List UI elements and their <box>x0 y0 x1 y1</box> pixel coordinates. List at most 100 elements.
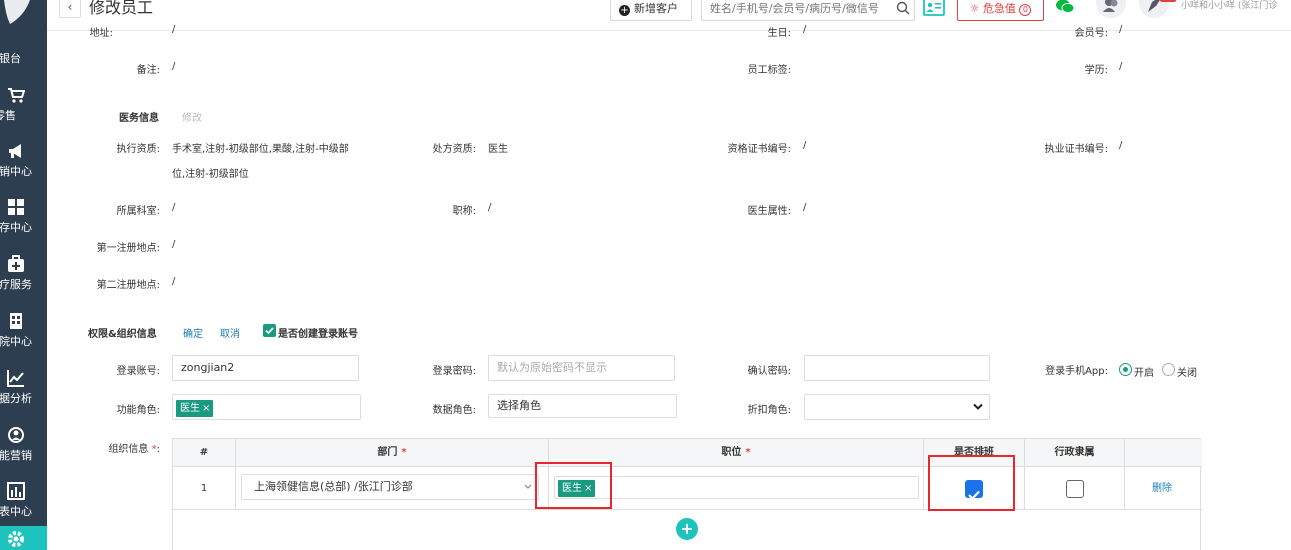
permission-section-title: 权限&组织信息 <box>88 329 157 340</box>
medical-edit-link[interactable]: 修改 <box>182 109 202 124</box>
prescription-label: 处方资质: <box>432 144 476 155</box>
search-input[interactable] <box>702 0 887 20</box>
first-reg-label: 第一注册地点: <box>96 243 160 254</box>
sidebar-item-retail[interactable]: 零售 <box>0 86 47 123</box>
add-customer-button[interactable]: + 新增客户 <box>610 0 692 21</box>
employee-edit-form: 地址: / 生日: / 会员号: / 备注: / 员工标签: 学历: / 医务信… <box>47 24 1291 550</box>
member-no-value: / <box>1119 24 1123 35</box>
col-header-admin: 行政隶属 <box>1025 439 1125 467</box>
cell-num: 1 <box>173 467 236 510</box>
col-header-num: # <box>173 439 236 467</box>
department-label: 所属科室: <box>116 206 160 217</box>
confirm-password-label: 确认密码: <box>747 366 791 377</box>
confirm-password-input[interactable] <box>804 355 990 381</box>
delete-link[interactable]: 删除 <box>1152 467 1172 510</box>
remark-value: / <box>172 61 176 72</box>
org-info-label: 组织信息 *: <box>108 444 160 455</box>
bar-chart-icon <box>6 482 25 500</box>
sidebar-item-label: 零售 <box>0 109 16 122</box>
discount-role-select[interactable] <box>804 394 990 420</box>
smart-icon <box>7 427 24 443</box>
org-table: # 部门 * 职位 * 是否排班 行政隶属 1 上海领健信息(总部) /张江门诊部 … <box>172 438 1202 550</box>
license-no-value: / <box>1119 140 1123 151</box>
search-icon[interactable] <box>896 1 910 15</box>
sidebar-item-label: 医疗服务 <box>0 278 32 291</box>
check-icon <box>265 327 274 335</box>
critical-value-count: 0 <box>1019 4 1032 16</box>
function-role-label: 功能角色: <box>116 405 160 416</box>
close-icon[interactable]: × <box>202 403 210 414</box>
sidebar-item-medical[interactable]: 医疗服务 <box>0 255 47 292</box>
cert-no-label: 资格证书编号: <box>727 144 791 155</box>
sidebar-item-label: 智能营销 <box>0 449 32 462</box>
sidebar-item-data[interactable]: 数据分析 <box>0 369 47 406</box>
wechat-icon[interactable] <box>1055 0 1075 14</box>
license-no-label: 执业证书编号: <box>1044 144 1108 155</box>
page-title: 修改员工 <box>89 0 154 17</box>
add-row-button[interactable]: + <box>676 518 698 540</box>
plus-icon: + <box>619 5 630 16</box>
app-off-radio[interactable] <box>1162 363 1175 376</box>
staff-avatar[interactable] <box>1096 0 1126 18</box>
critical-value-button[interactable]: ☼ 危急值 0 <box>957 0 1044 21</box>
education-value: / <box>1119 61 1123 72</box>
chevron-down-icon <box>524 484 532 489</box>
department-value: / <box>172 202 176 213</box>
building-icon <box>9 313 22 329</box>
data-role-label: 数据角色: <box>432 405 476 416</box>
app-on-radio[interactable] <box>1119 363 1132 376</box>
address-label: 地址: <box>89 28 113 39</box>
sidebar-item-smart[interactable]: 智能营销 <box>0 426 47 463</box>
users-icon <box>1103 0 1118 12</box>
dept-select[interactable]: 上海领健信息(总部) /张江门诊部 <box>241 474 539 500</box>
back-button[interactable]: ‹ <box>59 0 81 18</box>
mobile-app-label: 登录手机App: <box>1045 366 1108 377</box>
address-value: / <box>172 24 176 35</box>
user-name: 小咩和小小咩 (张江门诊 <box>1181 1 1278 11</box>
megaphone-icon <box>8 144 21 158</box>
account-label: 登录账号: <box>116 366 160 377</box>
sidebar-item-inventory[interactable]: 库存中心 <box>0 198 47 235</box>
add-customer-label: 新增客户 <box>634 2 678 15</box>
account-input[interactable]: zongjian2 <box>172 355 359 381</box>
id-card-icon[interactable] <box>923 0 945 17</box>
notification-badge <box>1160 0 1176 2</box>
password-input[interactable]: 默认为原始密码不显示 <box>488 355 675 381</box>
cell-action: 删除 <box>1125 467 1202 510</box>
sidebar: 收银台 零售 营销中心 库存中心 医疗服务 住院中心 数据分析 智能营销 报表中… <box>0 0 47 550</box>
employee-tag-label: 员工标签: <box>747 65 791 76</box>
sidebar-item-label: 住院中心 <box>0 335 32 348</box>
sidebar-item-label: 报表中心 <box>0 505 32 518</box>
sidebar-item-marketing[interactable]: 营销中心 <box>0 142 47 179</box>
password-label: 登录密码: <box>432 366 476 377</box>
data-role-select[interactable]: 选择角色 <box>488 394 677 418</box>
remark-label: 备注: <box>136 65 160 76</box>
cancel-link[interactable]: 取消 <box>220 325 240 340</box>
birthday-value: / <box>803 24 807 35</box>
first-reg-value: / <box>172 239 176 250</box>
function-role-select[interactable]: 医生 × <box>172 394 361 420</box>
chevron-left-icon: ‹ <box>67 0 73 14</box>
critical-value-label: 危急值 <box>982 2 1016 15</box>
pen-user-icon <box>1148 0 1160 12</box>
sidebar-item-label: 库存中心 <box>0 221 32 234</box>
cell-admin <box>1025 467 1125 510</box>
app-off-label: 关闭 <box>1177 368 1197 379</box>
admin-checkbox[interactable] <box>1066 480 1084 498</box>
chevron-down-icon <box>973 403 983 410</box>
search-box <box>701 0 915 21</box>
sidebar-item-label: 数据分析 <box>0 392 32 405</box>
cell-dept: 上海领健信息(总部) /张江门诊部 <box>236 467 549 510</box>
confirm-link[interactable]: 确定 <box>183 325 203 340</box>
qualification-value-line1: 手术室,注射-初级部位,果酸,注射-中级部 <box>172 144 349 155</box>
create-account-label: 是否创建登录账号 <box>278 329 358 340</box>
sidebar-item-settings[interactable] <box>0 526 47 550</box>
sidebar-item-inpatient[interactable]: 住院中心 <box>0 312 47 349</box>
alarm-icon: ☼ <box>969 2 980 15</box>
education-label: 学历: <box>1084 65 1108 76</box>
sidebar-item-reports[interactable]: 报表中心 <box>0 482 47 519</box>
sidebar-item-cashier[interactable]: 收银台 <box>0 50 47 66</box>
create-account-checkbox[interactable] <box>263 324 276 337</box>
user-avatar[interactable] <box>1139 0 1169 18</box>
col-header-dept: 部门 * <box>236 439 549 467</box>
